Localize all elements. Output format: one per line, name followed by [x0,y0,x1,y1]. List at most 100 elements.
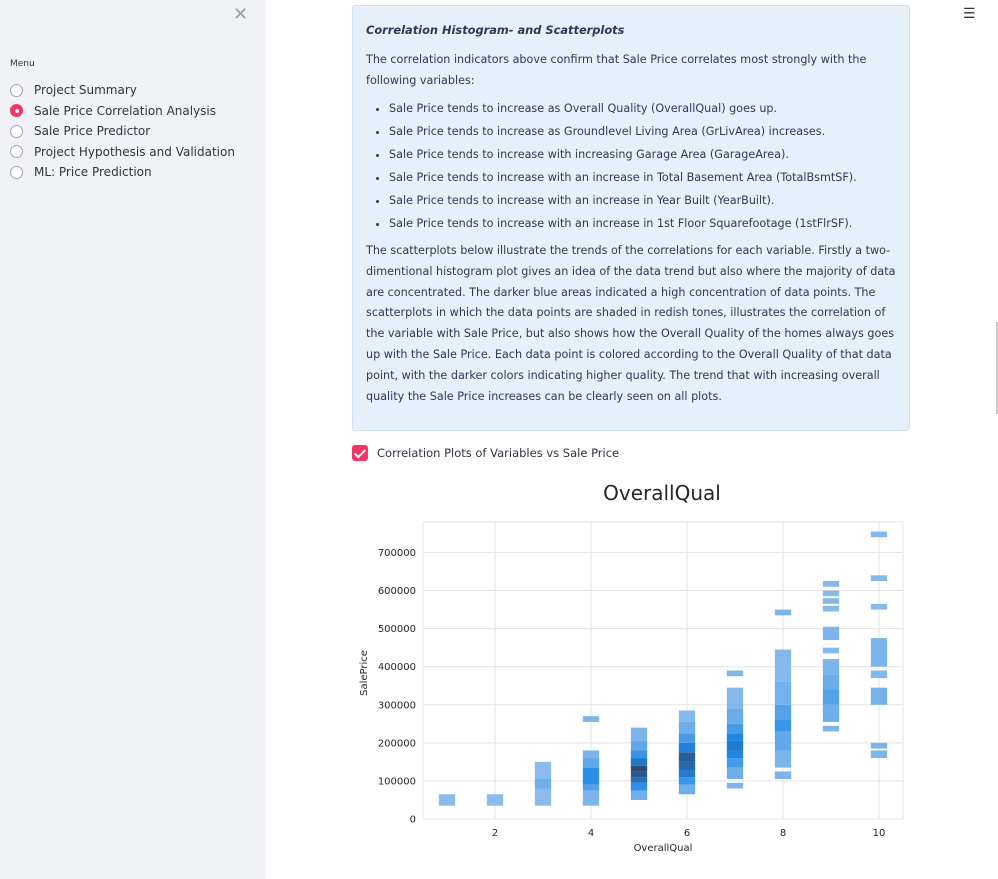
histogram-bin [678,784,696,795]
histogram-bin [822,689,840,705]
radio-label: Sale Price Predictor [34,124,151,139]
histogram-bin [678,752,696,762]
histogram-bin [870,575,888,582]
y-tick-label: 100000 [378,776,416,787]
histogram-bin [582,767,600,785]
histogram-bin [774,720,792,732]
histogram-bin [630,740,648,751]
histogram-bin [678,769,696,778]
histogram-bin [822,725,840,732]
histogram-bin [870,603,888,610]
x-tick-label: 10 [873,828,886,839]
histogram-bin [726,758,744,768]
histogram-bin [822,626,840,641]
y-tick-label: 400000 [378,662,416,673]
histogram-bin [726,767,744,780]
histogram-bin [870,750,888,759]
histogram-bin [678,721,696,734]
correlation-plots-checkbox[interactable]: Correlation Plots of Variables vs Sale P… [352,445,619,461]
histogram-bin [630,727,648,741]
info-title: Correlation Histogram- and Scatterplots [366,23,625,37]
histogram-bin [822,704,840,722]
radio-button-selected-icon [10,104,23,118]
histogram-bin [870,638,888,667]
histogram-bin [774,704,792,720]
bullet-item: Sale Price tends to increase with increa… [389,143,896,166]
histogram-bin [726,750,744,759]
radio-button-icon [10,145,23,159]
hamburger-menu-icon: ☰ [963,6,976,22]
radio-label: Sale Price Correlation Analysis [34,103,217,118]
histogram-bin [630,777,648,783]
histogram-bin [774,771,792,780]
histogram-bin [582,784,600,791]
navigation-radio-group: Project Summary Sale Price Correlation A… [10,80,235,183]
info-box: Correlation Histogram- and Scatterplots … [352,5,910,431]
radio-sale-price-predictor[interactable]: Sale Price Predictor [10,121,235,142]
histogram-bin [870,531,888,538]
y-axis-label: SalePrice [359,650,370,696]
radio-project-hypothesis[interactable]: Project Hypothesis and Validation [10,142,235,163]
histogram-bin [822,598,840,604]
histogram-bin [726,670,744,677]
main-menu-button[interactable]: ☰ [963,6,976,22]
histogram-bin [630,765,648,772]
y-tick-label: 300000 [378,700,416,711]
radio-button-icon [10,165,23,179]
histogram-bin [582,716,600,722]
radio-label: Project Hypothesis and Validation [34,144,235,159]
y-tick-label: 500000 [378,624,416,635]
histogram-bin [438,794,456,806]
radio-project-summary[interactable]: Project Summary [10,80,235,101]
histogram-bin [870,687,888,705]
bullet-item: Sale Price tends to increase with an inc… [389,212,896,235]
plot-area [422,521,904,820]
histogram-bin [726,740,744,751]
correlation-bullet-list: Sale Price tends to increase as Overall … [366,97,896,235]
y-tick-label: 600000 [378,586,416,597]
radio-label: Project Summary [34,83,137,98]
histogram-bin [726,723,744,734]
histogram-bin [774,609,792,616]
bullet-item: Sale Price tends to increase with an inc… [389,189,896,212]
histogram-bin [630,750,648,759]
radio-label: ML: Price Prediction [34,165,152,180]
x-axis-ticks: 2 4 6 8 10 [492,828,886,839]
radio-button-icon [10,83,23,97]
checkbox-label: Correlation Plots of Variables vs Sale P… [377,446,620,460]
info-description: The scatterplots below illustrate the tr… [366,244,896,403]
x-tick-label: 2 [492,828,498,839]
histogram-bin [726,733,744,741]
histogram-bin [822,605,840,612]
info-intro: The correlation indicators above confirm… [366,53,867,87]
radio-button-icon [10,124,23,138]
close-sidebar-button[interactable]: ✕ [233,5,248,25]
x-tick-label: 4 [588,828,594,839]
bullet-item: Sale Price tends to increase as Overall … [389,97,896,120]
chart-title: OverallQual [603,481,721,505]
histogram-bins [438,531,888,806]
histogram-bin [822,590,840,597]
histogram-bin [630,790,648,800]
y-axis-ticks: 0 100000 200000 300000 400000 500000 600000 700… [378,548,416,826]
radio-ml-price-prediction[interactable]: ML: Price Prediction [10,162,235,183]
histogram-bin [582,790,600,806]
x-tick-label: 8 [780,828,786,839]
close-x-icon: ✕ [233,4,249,25]
histogram-bin [870,670,888,679]
bullet-item: Sale Price tends to increase as Groundle… [389,120,896,143]
histogram-bin [774,649,792,682]
histogram-bin [582,750,600,759]
histogram-bin [774,750,792,768]
y-tick-label: 700000 [378,548,416,559]
histogram-bin [630,758,648,766]
histogram-bin [774,681,792,705]
histogram-bin [726,687,744,709]
sidebar: ✕ Menu Project Summary Sale Price Correl… [0,0,265,879]
histogram-bin [678,777,696,785]
histogram-bin [726,708,744,724]
radio-sale-price-correlation-analysis[interactable]: Sale Price Correlation Analysis [10,101,235,122]
histogram-bin [630,782,648,791]
y-tick-label: 0 [410,815,416,826]
histogram-bin [678,710,696,722]
